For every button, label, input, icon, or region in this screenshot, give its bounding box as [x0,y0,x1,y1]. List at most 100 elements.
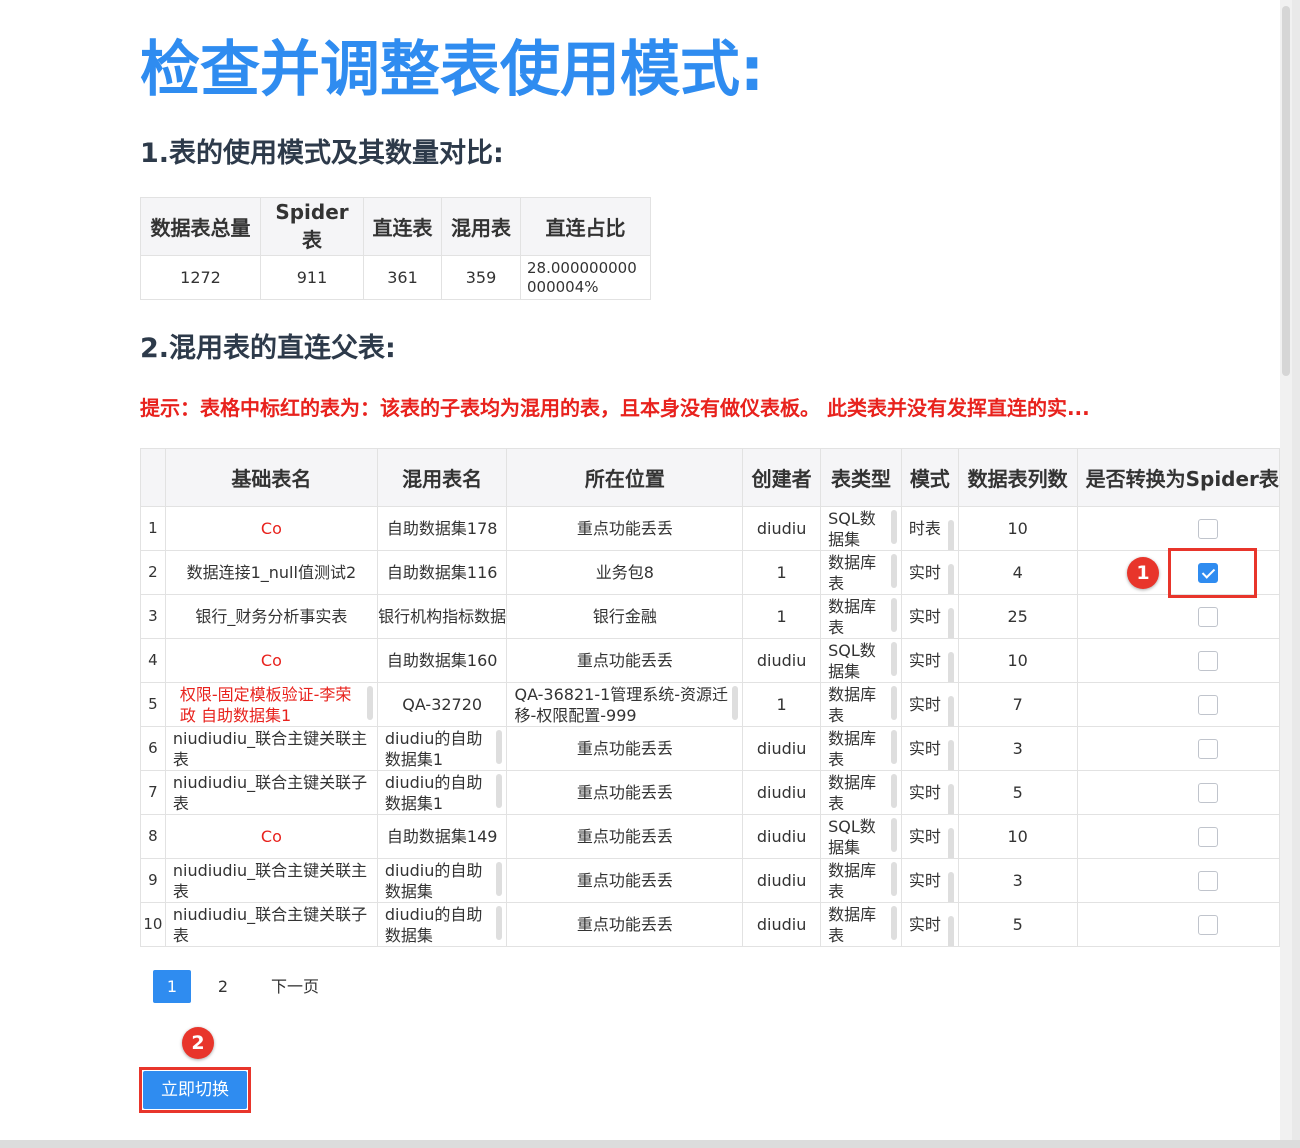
table-row[interactable]: 3 银行_财务分析事实表 银行机构指标数据 银行金融 1 数据库表 实时 25 [140,594,1280,639]
switch-now-button[interactable]: 立即切换 [143,1071,247,1109]
row-index: 7 [140,770,166,815]
cell-scroll-indicator [947,520,954,550]
convert-checkbox[interactable] [1197,607,1218,628]
column-header-mixed-name[interactable]: 混用表名 [376,448,508,507]
table-row[interactable]: 6 niudiudiu_联合主键关联主表 diudiu的自助数据集1 重点功能丢丢 di… [140,726,1280,771]
table-row[interactable]: 5 权限-固定模板验证-李荣政 自助数据集1 QA-32720 QA-36821-1管… [140,682,1280,727]
convert-checkbox[interactable] [1197,827,1218,848]
convert-checkbox[interactable] [1197,915,1218,936]
vertical-scrollbar[interactable] [1280,0,1292,1140]
convert-checkbox[interactable] [1197,519,1218,540]
cell-table-type: 数据库表 [820,682,902,727]
table-row[interactable]: 10 niudiudiu_联合主键关联子表 diudiu的自助数据集 重点功能丢丢 di… [140,902,1280,947]
cell-base-name: niudiudiu_联合主键关联子表 [164,902,378,947]
cell-scroll-indicator [947,872,954,902]
cell-base-name: niudiudiu_联合主键关联主表 [164,858,378,903]
cell-column-count: 4 [957,550,1078,595]
table-row[interactable]: 8 Co 自助数据集149 重点功能丢丢 diudiu SQL数据集 实时 10 [140,814,1280,859]
cell-scroll-indicator [496,729,503,764]
cell-table-type-text: 数据库表 [822,684,901,726]
cell-convert [1076,814,1280,859]
scrollbar-thumb[interactable] [1282,6,1290,376]
stats-value: 1272 [140,255,261,300]
cell-table-type-value: SQL数据集 [828,816,876,857]
cell-mixed-name-value: diudiu的自助数据集 [384,904,483,945]
annotation-badge-1: 1 [1127,557,1159,589]
annotation-highlight-checkbox [1168,548,1257,598]
table-row[interactable]: 2 数据连接1_null值测试2 自助数据集116 业务包8 1 数据库表 实时 4 [140,550,1280,595]
table-row[interactable]: 4 Co 自助数据集160 重点功能丢丢 diudiu SQL数据集 实时 10 [140,638,1280,683]
cell-base-name-value: 权限-固定模板验证-李荣政 自助数据集1 [179,684,352,725]
column-header-type[interactable]: 表类型 [820,448,902,507]
cell-mixed-name: 自助数据集160 [376,638,508,683]
annotation-badge-2: 2 [182,1027,214,1059]
cell-base-name: 数据连接1_null值测试2 [164,550,378,595]
cell-column-count: 5 [957,770,1078,815]
cell-table-type-text: SQL数据集 [822,816,901,858]
convert-checkbox[interactable] [1197,695,1218,716]
cell-base-name: Co [164,814,378,859]
cell-mode-value: 实时 [908,915,941,934]
cell-table-type: 数据库表 [820,726,902,771]
convert-checkbox[interactable] [1197,739,1218,760]
cell-mixed-name: diudiu的自助数据集1 [376,770,508,815]
cell-mode: 实时 [900,550,959,595]
cell-scroll-indicator [947,740,954,770]
cell-creator: diudiu [742,770,822,815]
page-button-1[interactable]: 1 [153,970,191,1003]
cell-scroll-indicator [890,729,897,764]
cell-mixed-name: diudiu的自助数据集1 [376,726,508,771]
cell-mode: 实时 [900,814,959,859]
cell-mixed-name: diudiu的自助数据集 [376,858,508,903]
cell-table-type-text: 数据库表 [822,772,901,814]
cell-table-type-text: SQL数据集 [822,640,901,682]
cell-scroll-indicator [947,652,954,682]
convert-checkbox[interactable] [1197,651,1218,672]
cell-mixed-name-text: diudiu的自助数据集 [378,860,506,902]
cell-mode-value: 实时 [908,607,941,626]
cell-table-type-value: SQL数据集 [828,640,876,681]
table-body: 1 Co 自助数据集178 重点功能丢丢 diudiu SQL数据集 时表 10 2 数据连接1_… [140,506,1280,947]
cell-column-count: 5 [957,902,1078,947]
table-row[interactable]: 7 niudiudiu_联合主键关联子表 diudiu的自助数据集1 重点功能丢丢 di… [140,770,1280,815]
column-header-location[interactable]: 所在位置 [506,448,744,507]
row-index: 6 [140,726,166,771]
cell-mode-text: 实时 [902,826,957,858]
column-header-convert[interactable]: 是否转换为Spider表 [1076,448,1280,507]
cell-creator: diudiu [742,638,822,683]
page: 检查并调整表使用模式: 1.表的使用模式及其数量对比: 数据表总量 Spider… [0,0,1280,1140]
stats-header: Spider表 [260,197,364,256]
cell-column-count: 10 [957,638,1078,683]
next-page-button[interactable]: 下一页 [263,970,327,1003]
convert-checkbox[interactable] [1197,871,1218,892]
column-header-base-name[interactable]: 基础表名 [164,448,378,507]
cell-table-type-value: 数据库表 [828,684,877,725]
cell-table-type: 数据库表 [820,902,902,947]
cell-convert [1076,638,1280,683]
cell-scroll-indicator [890,509,897,544]
cell-base-name: niudiudiu_联合主键关联子表 [164,770,378,815]
cell-scroll-indicator [890,817,897,852]
column-header-column-count[interactable]: 数据表列数 [957,448,1078,507]
page-button-2[interactable]: 2 [204,970,242,1003]
cell-creator: diudiu [742,506,822,551]
cell-creator: diudiu [742,858,822,903]
column-header-creator[interactable]: 创建者 [742,448,822,507]
table-row[interactable]: 9 niudiudiu_联合主键关联主表 diudiu的自助数据集 重点功能丢丢 diu… [140,858,1280,903]
cell-column-count: 25 [957,594,1078,639]
cell-scroll-indicator [890,597,897,632]
cell-table-type-text: 数据库表 [822,728,901,770]
stats-header: 混用表 [441,197,521,256]
table-row[interactable]: 1 Co 自助数据集178 重点功能丢丢 diudiu SQL数据集 时表 10 [140,506,1280,551]
cell-location: 重点功能丢丢 [506,814,744,859]
stats-value: 361 [363,255,442,300]
cell-table-type: SQL数据集 [820,814,902,859]
column-header-mode[interactable]: 模式 [900,448,959,507]
convert-checkbox[interactable] [1197,783,1218,804]
cell-mode-text: 实时 [902,694,957,726]
cell-table-type: 数据库表 [820,858,902,903]
cell-table-type: 数据库表 [820,550,902,595]
cell-mode: 实时 [900,902,959,947]
cell-creator: diudiu [742,726,822,771]
cell-column-count: 10 [957,814,1078,859]
